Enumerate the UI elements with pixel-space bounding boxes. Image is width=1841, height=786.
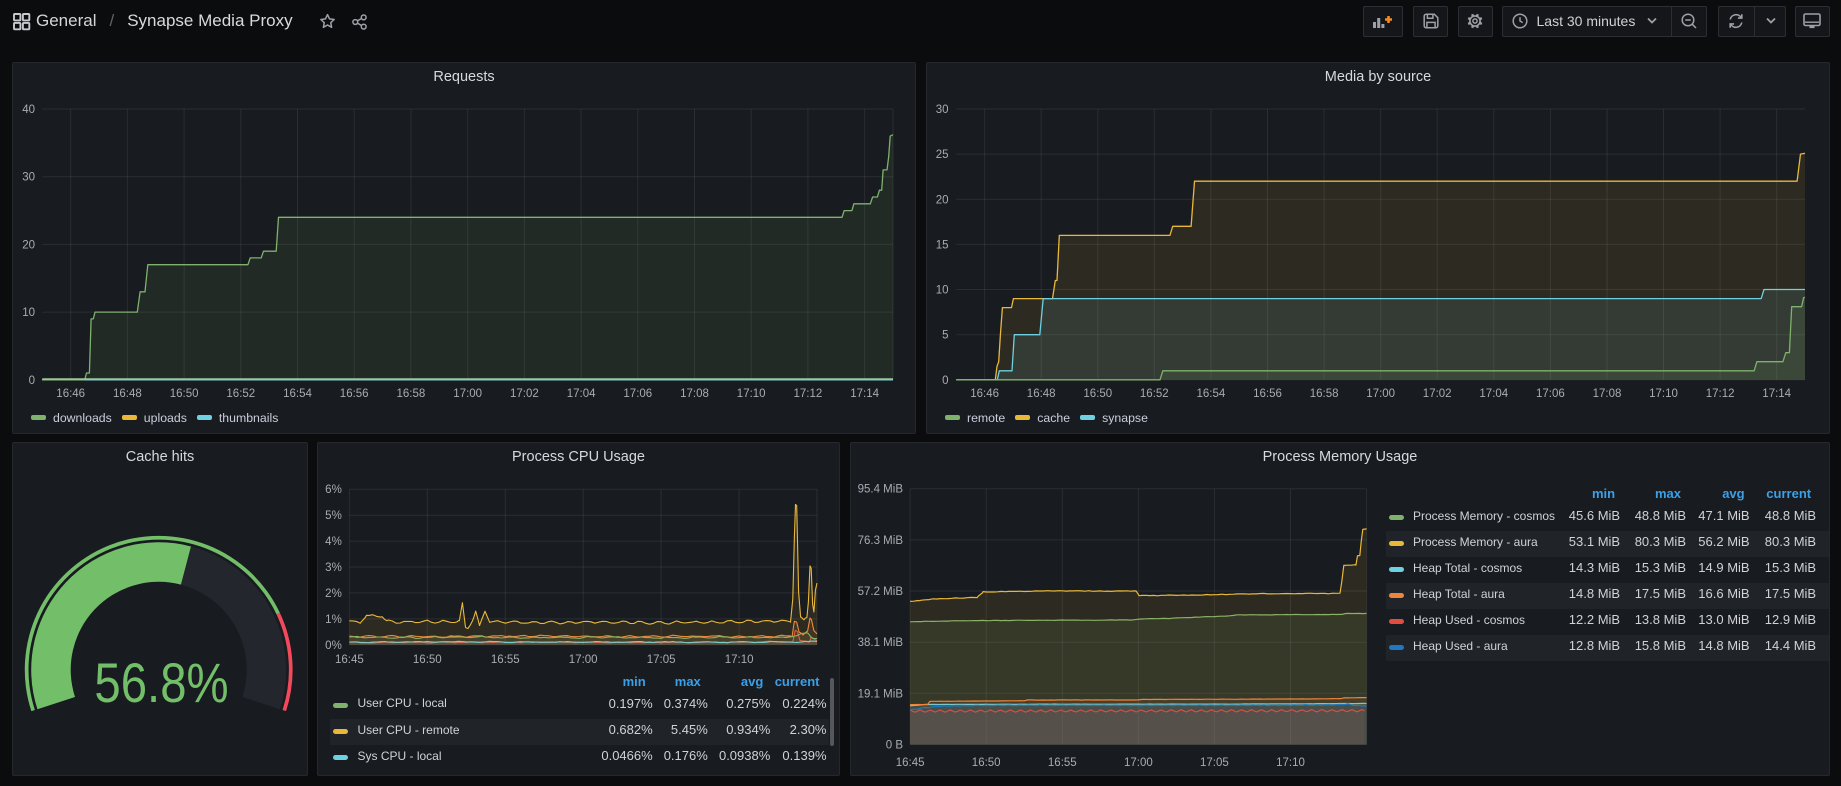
svg-text:16:55: 16:55 <box>1048 757 1077 769</box>
svg-text:16:46: 16:46 <box>56 388 85 400</box>
svg-text:10: 10 <box>22 307 35 319</box>
svg-text:17:04: 17:04 <box>1479 388 1508 400</box>
svg-text:2%: 2% <box>325 588 342 600</box>
svg-text:17:00: 17:00 <box>453 388 482 400</box>
svg-text:40: 40 <box>22 104 35 116</box>
svg-text:76.3 MiB: 76.3 MiB <box>858 535 904 547</box>
svg-text:20: 20 <box>936 194 949 206</box>
svg-text:1%: 1% <box>325 614 342 626</box>
svg-text:10: 10 <box>936 285 949 297</box>
svg-text:5%: 5% <box>325 510 342 522</box>
svg-text:16:52: 16:52 <box>1140 388 1169 400</box>
svg-text:16:56: 16:56 <box>340 388 369 400</box>
svg-text:95.4 MiB: 95.4 MiB <box>858 484 904 496</box>
svg-text:0: 0 <box>942 375 948 387</box>
svg-text:16:50: 16:50 <box>413 654 442 666</box>
svg-text:16:50: 16:50 <box>1083 388 1112 400</box>
svg-text:17:10: 17:10 <box>737 388 766 400</box>
svg-text:16:58: 16:58 <box>397 388 426 400</box>
svg-text:16:52: 16:52 <box>226 388 255 400</box>
svg-text:17:02: 17:02 <box>510 388 539 400</box>
svg-text:25: 25 <box>936 149 949 161</box>
svg-text:20: 20 <box>22 239 35 251</box>
svg-text:16:45: 16:45 <box>335 654 364 666</box>
svg-text:56.8%: 56.8% <box>94 651 228 714</box>
svg-text:16:54: 16:54 <box>1197 388 1226 400</box>
svg-text:38.1 MiB: 38.1 MiB <box>858 637 904 649</box>
svg-text:16:48: 16:48 <box>113 388 142 400</box>
svg-text:17:12: 17:12 <box>1706 388 1735 400</box>
svg-text:17:08: 17:08 <box>680 388 709 400</box>
svg-text:17:14: 17:14 <box>1762 388 1791 400</box>
svg-text:3%: 3% <box>325 562 342 574</box>
svg-text:16:50: 16:50 <box>972 757 1001 769</box>
svg-text:17:00: 17:00 <box>1124 757 1153 769</box>
svg-text:19.1 MiB: 19.1 MiB <box>858 688 904 700</box>
svg-text:6%: 6% <box>325 484 342 496</box>
svg-text:5: 5 <box>942 330 948 342</box>
svg-text:16:50: 16:50 <box>170 388 199 400</box>
svg-text:30: 30 <box>22 172 35 184</box>
svg-text:15: 15 <box>936 239 949 251</box>
svg-text:0%: 0% <box>325 640 342 652</box>
svg-text:17:02: 17:02 <box>1423 388 1452 400</box>
svg-text:17:05: 17:05 <box>647 654 676 666</box>
svg-text:17:04: 17:04 <box>567 388 596 400</box>
svg-text:17:12: 17:12 <box>794 388 823 400</box>
svg-text:16:58: 16:58 <box>1310 388 1339 400</box>
svg-text:17:10: 17:10 <box>1649 388 1678 400</box>
svg-text:17:08: 17:08 <box>1593 388 1622 400</box>
svg-text:0: 0 <box>29 375 35 387</box>
svg-text:16:55: 16:55 <box>491 654 520 666</box>
svg-text:16:48: 16:48 <box>1027 388 1056 400</box>
svg-text:17:06: 17:06 <box>1536 388 1565 400</box>
svg-text:17:14: 17:14 <box>850 388 879 400</box>
svg-text:17:06: 17:06 <box>623 388 652 400</box>
svg-text:16:54: 16:54 <box>283 388 312 400</box>
svg-text:16:56: 16:56 <box>1253 388 1282 400</box>
svg-text:17:05: 17:05 <box>1200 757 1229 769</box>
svg-text:17:10: 17:10 <box>1276 757 1305 769</box>
svg-text:17:00: 17:00 <box>1366 388 1395 400</box>
svg-text:4%: 4% <box>325 536 342 548</box>
svg-text:16:46: 16:46 <box>970 388 999 400</box>
svg-text:17:00: 17:00 <box>569 654 598 666</box>
svg-text:30: 30 <box>936 104 949 116</box>
svg-text:0 B: 0 B <box>886 740 904 752</box>
svg-text:17:10: 17:10 <box>725 654 754 666</box>
svg-text:57.2 MiB: 57.2 MiB <box>858 586 904 598</box>
svg-text:16:45: 16:45 <box>896 757 925 769</box>
